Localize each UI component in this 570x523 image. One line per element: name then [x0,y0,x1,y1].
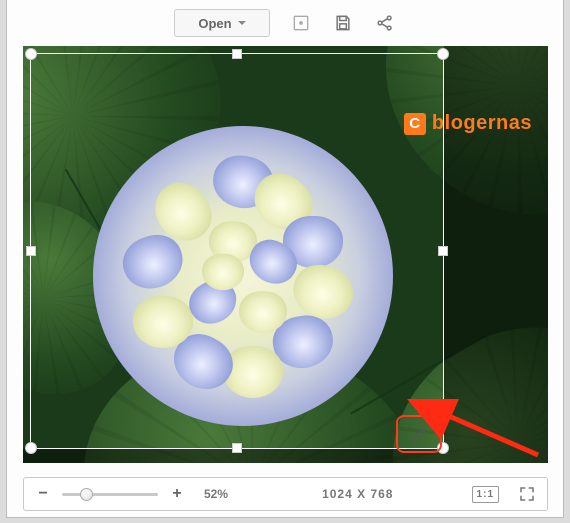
zoom-in-button[interactable]: + [168,485,186,503]
zoom-percent: 52% [204,487,244,501]
zoom-control: − + [34,485,186,503]
actual-size-button[interactable]: 1:1 [472,486,499,503]
crop-frame[interactable] [30,53,444,449]
capture-icon[interactable] [290,12,312,34]
editor-window: Open [6,0,564,518]
crop-shade-right [444,46,548,463]
open-button[interactable]: Open [174,9,270,37]
crop-handle-tl[interactable] [25,48,37,60]
crop-handle-l[interactable] [26,246,36,256]
top-toolbar: Open [7,0,563,46]
zoom-out-button[interactable]: − [34,485,52,503]
crop-handle-r[interactable] [438,246,448,256]
crop-handle-bl[interactable] [25,442,37,454]
save-icon[interactable] [332,12,354,34]
image-canvas[interactable]: C blogernas [23,46,548,463]
status-bar: − + 52% 1024 X 768 1:1 [23,477,548,511]
crop-handle-tr[interactable] [437,48,449,60]
fullscreen-icon[interactable] [517,484,537,504]
crop-handle-t[interactable] [232,49,242,59]
free-resize-button[interactable] [396,415,442,453]
share-icon[interactable] [374,12,396,34]
image-dimensions: 1024 X 768 [256,487,460,501]
watermark-text: blogernas [432,112,532,135]
zoom-slider-thumb[interactable] [80,488,93,501]
crop-handle-b[interactable] [232,443,242,453]
zoom-slider[interactable] [62,493,158,496]
open-button-label: Open [198,16,231,31]
